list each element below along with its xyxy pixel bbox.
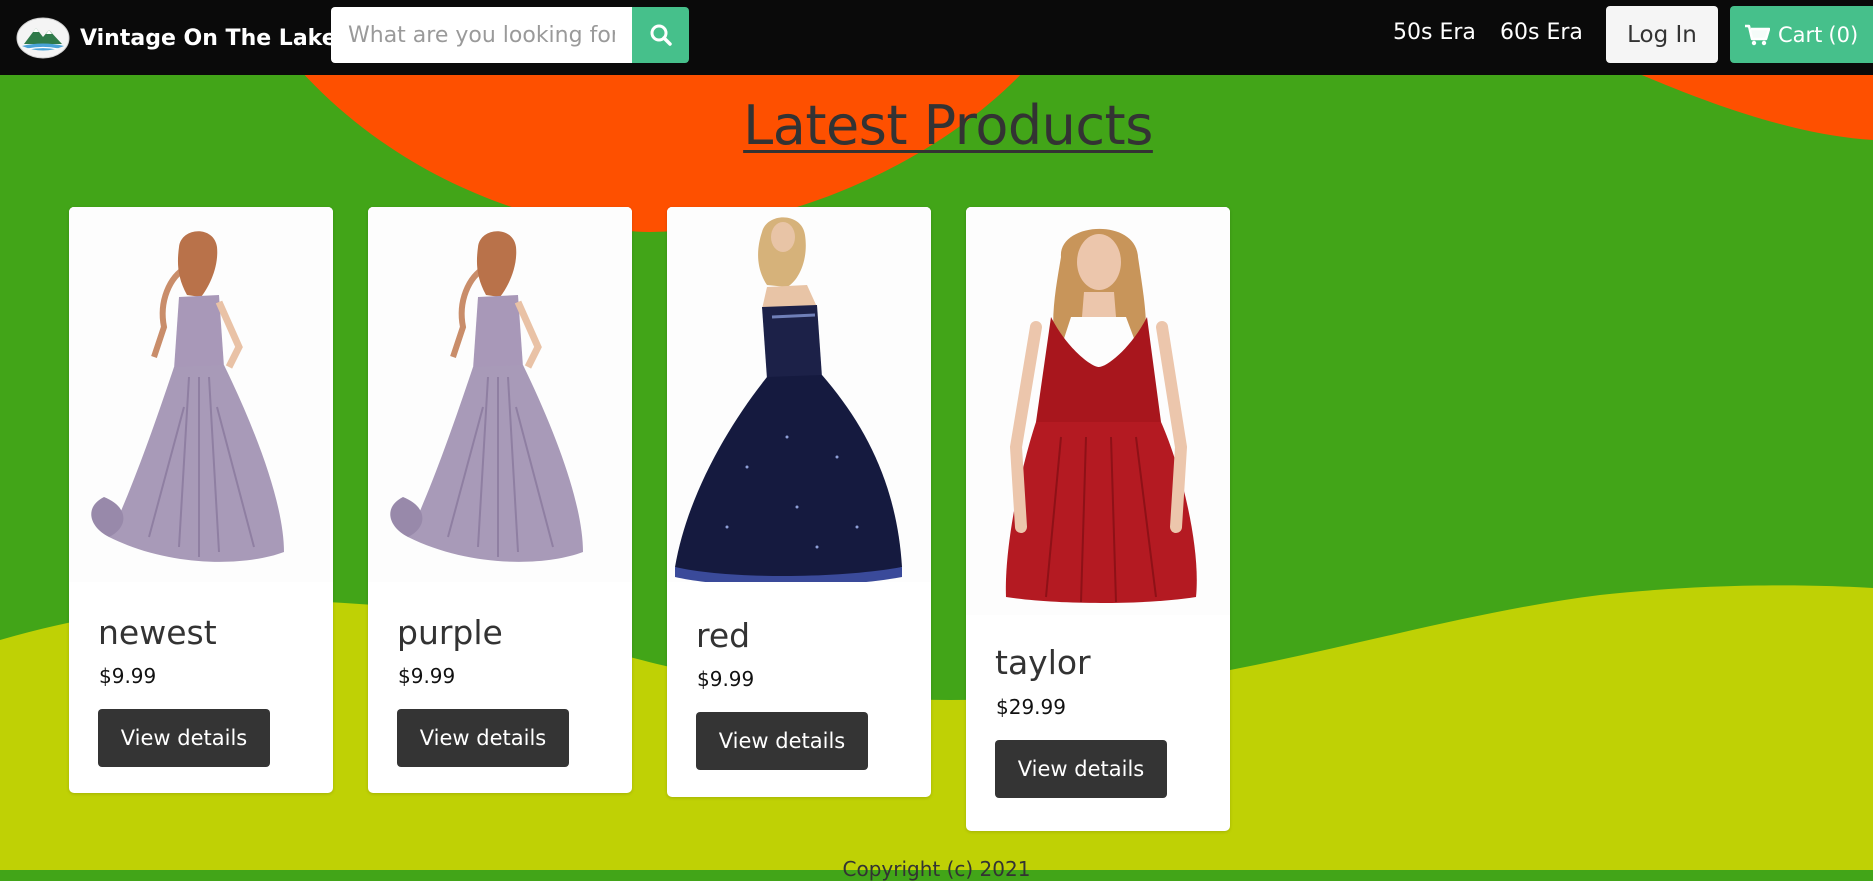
cart-icon <box>1745 24 1770 45</box>
view-details-label: View details <box>718 729 846 753</box>
product-card: red $9.99 View details <box>667 207 931 797</box>
product-title[interactable]: newest <box>98 613 217 652</box>
view-details-label: View details <box>1017 757 1145 781</box>
lavender-gown-image <box>69 207 333 582</box>
red-dress-image <box>966 207 1230 615</box>
search-form <box>331 7 689 63</box>
nav-link-60s-era[interactable]: 60s Era <box>1500 20 1583 45</box>
product-image[interactable] <box>966 207 1230 615</box>
search-icon <box>650 24 672 46</box>
login-label: Log In <box>1627 21 1697 48</box>
product-image[interactable] <box>69 207 333 582</box>
brand-name: Vintage On The Lake <box>80 25 337 51</box>
search-input[interactable] <box>331 7 632 63</box>
navbar: Vintage On The Lake 50s Era 60s Era Log … <box>0 0 1873 75</box>
page-title[interactable]: Latest Products <box>0 94 1873 157</box>
product-card: purple $9.99 View details <box>368 207 632 793</box>
product-price: $9.99 <box>697 667 755 691</box>
lavender-gown-image <box>368 207 632 582</box>
product-price: $9.99 <box>398 664 456 688</box>
footer-copyright: Copyright (c) 2021 <box>842 857 1031 881</box>
product-card: newest $9.99 View details <box>69 207 333 793</box>
product-title[interactable]: purple <box>397 613 503 652</box>
view-details-button[interactable]: View details <box>995 740 1167 798</box>
brand[interactable]: Vintage On The Lake <box>16 13 337 63</box>
product-card: taylor $29.99 View details <box>966 207 1230 831</box>
navy-ball-gown-image <box>667 207 931 582</box>
product-price: $29.99 <box>996 695 1066 719</box>
view-details-label: View details <box>120 726 248 750</box>
product-title[interactable]: red <box>696 616 750 655</box>
logo-mountain-icon <box>16 17 70 59</box>
product-image[interactable] <box>368 207 632 582</box>
product-image[interactable] <box>667 207 931 582</box>
view-details-button[interactable]: View details <box>98 709 270 767</box>
product-price: $9.99 <box>99 664 157 688</box>
cart-label: Cart <box>1778 22 1823 47</box>
view-details-button[interactable]: View details <box>696 712 868 770</box>
search-button[interactable] <box>632 7 689 63</box>
view-details-button[interactable]: View details <box>397 709 569 767</box>
login-button[interactable]: Log In <box>1606 6 1718 63</box>
cart-count: (0) <box>1828 22 1859 47</box>
nav-link-50s-era[interactable]: 50s Era <box>1393 20 1476 45</box>
product-title[interactable]: taylor <box>995 643 1091 682</box>
view-details-label: View details <box>419 726 547 750</box>
cart-button[interactable]: Cart (0) <box>1730 6 1873 63</box>
